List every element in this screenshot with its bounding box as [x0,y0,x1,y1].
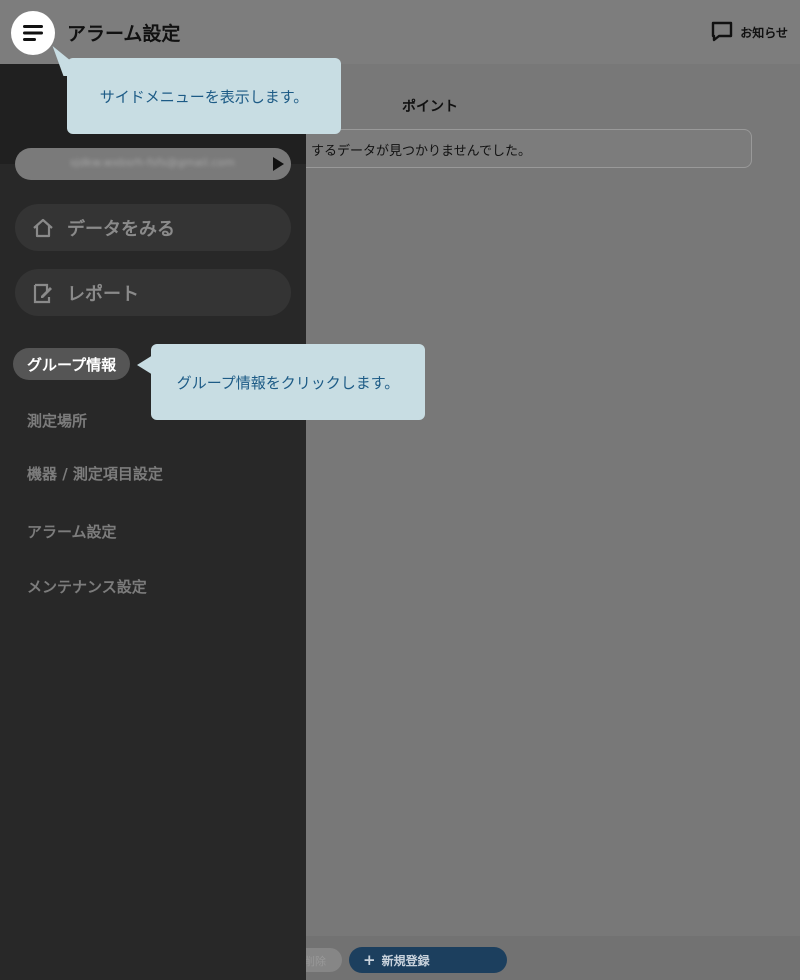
menu-button[interactable] [11,11,55,55]
nav-view-data[interactable]: データをみる [15,204,291,251]
sidebar-item-group-info[interactable]: グループ情報 [13,348,131,380]
sidebar: sjdkw.wxbsrh-fsfs@gmail.com データをみる レポート … [0,64,306,980]
new-register-button[interactable]: + 新規登録 [349,947,507,973]
account-email: sjdkw.wxbsrh-fsfs@gmail.com [70,156,235,169]
menu-tooltip: サイドメニューを表示します。 [67,58,341,134]
new-register-label: 新規登録 [381,953,430,968]
sidebar-item-alarm-settings[interactable]: アラーム設定 [27,521,117,542]
notice-button[interactable]: お知らせ [710,20,788,44]
page-title: アラーム設定 [67,23,181,45]
chat-bubble-icon [712,21,733,42]
group-info-tooltip: グループ情報をクリックします。 [151,344,425,420]
plus-icon: + [363,951,376,969]
sidebar-item-device-settings[interactable]: 機器 / 測定項目設定 [27,463,163,484]
play-arrow-icon [273,157,284,171]
column-title: ポイント [402,99,458,115]
account-selector[interactable]: sjdkw.wxbsrh-fsfs@gmail.com [15,148,291,180]
sidebar-item-location[interactable]: 測定場所 [27,410,87,431]
home-icon [33,218,53,237]
nav-report-label: レポート [67,283,139,305]
report-icon [33,283,52,303]
nav-report[interactable]: レポート [15,269,291,316]
nav-view-data-label: データをみる [67,218,175,240]
no-data-message: するデータが見つかりませんでした。 [240,129,752,168]
notice-label: お知らせ [740,25,788,40]
menu-icon [23,25,43,41]
sidebar-item-maintenance-settings[interactable]: メンテナンス設定 [27,576,147,597]
app-header: アラーム設定 お知らせ [0,0,800,64]
